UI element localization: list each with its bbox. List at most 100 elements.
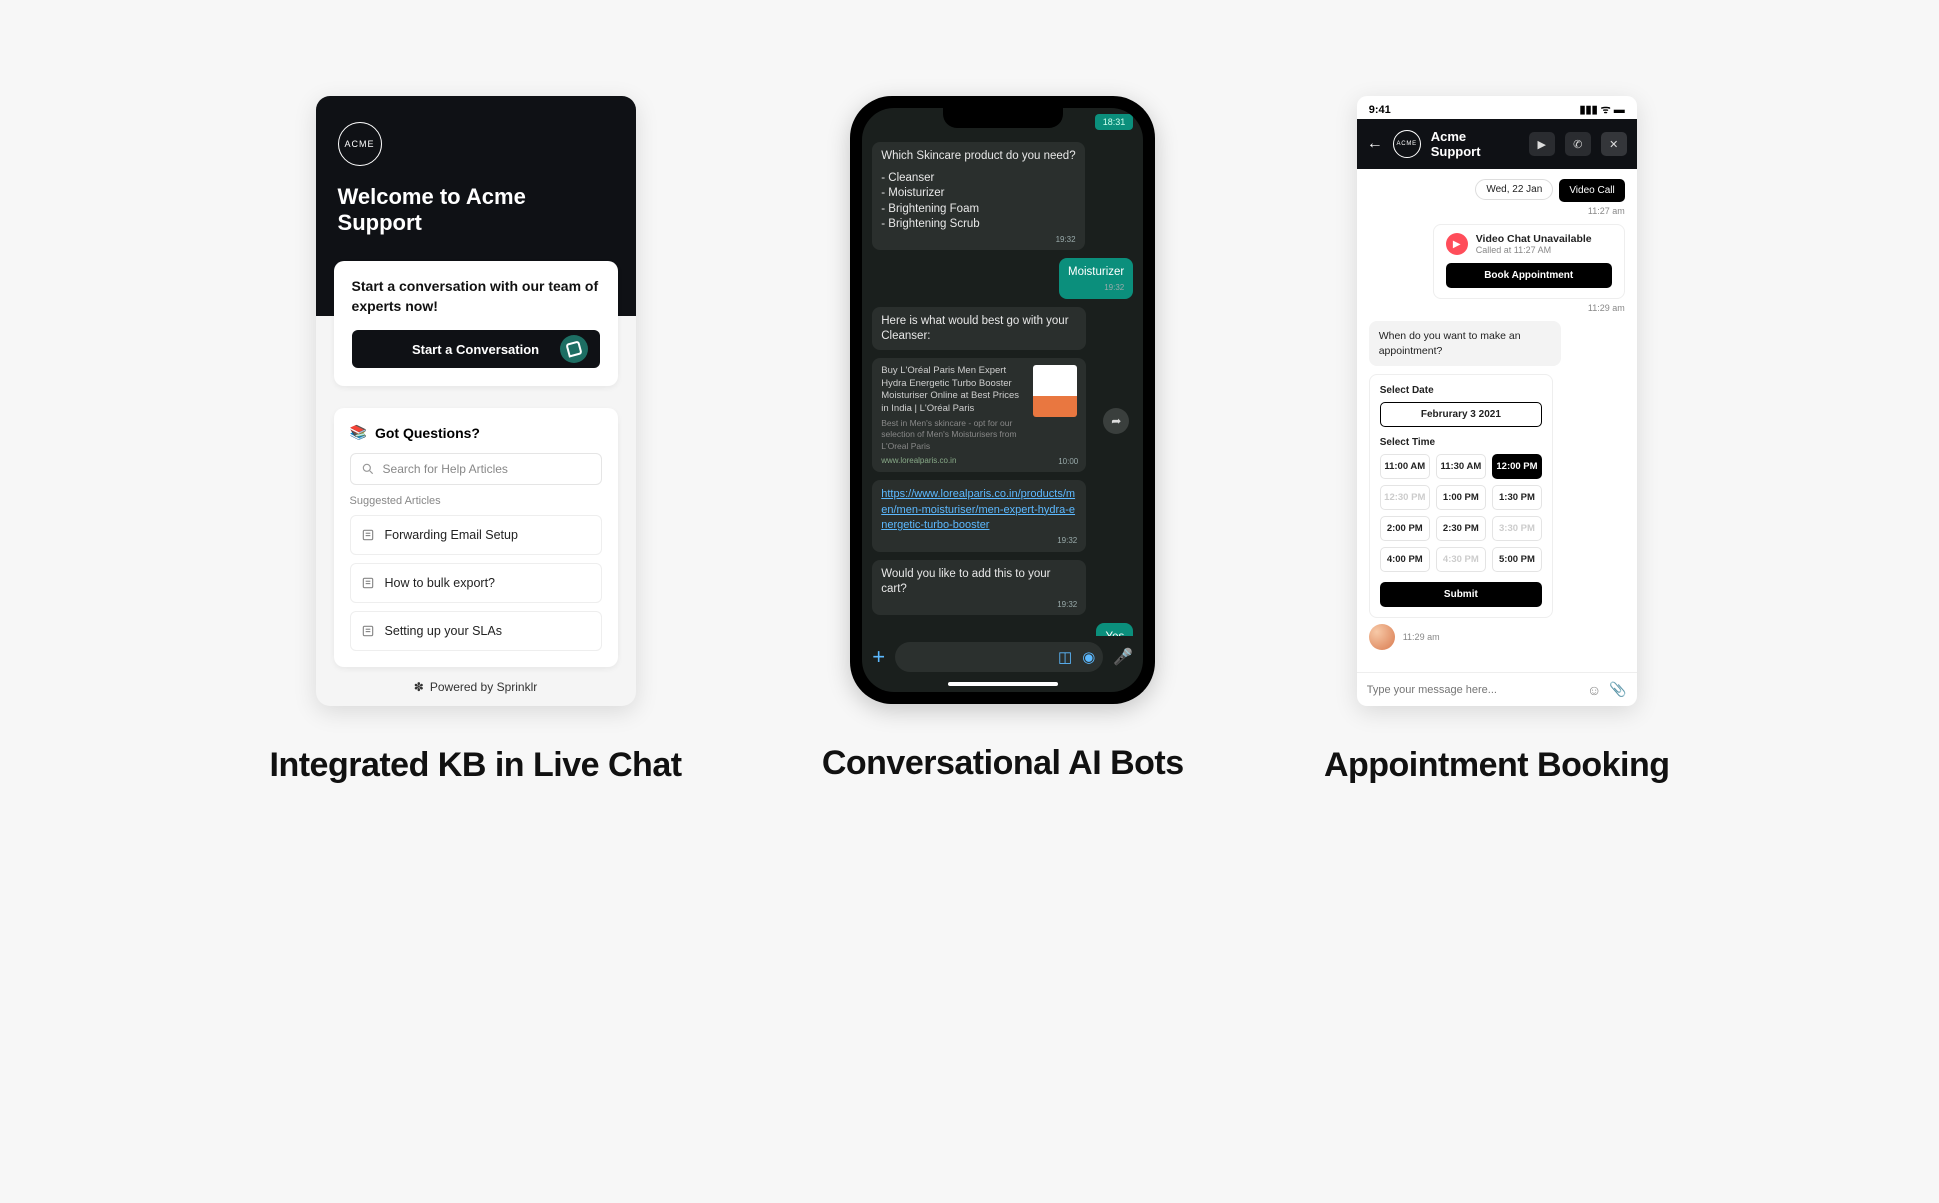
message-composer: + ◫ ◉ 🎤 bbox=[862, 636, 1143, 682]
welcome-heading: Welcome to Acme Support bbox=[338, 184, 614, 236]
message-timestamp: 19:32 bbox=[1068, 283, 1124, 294]
bot-message: Which Skincare product do you need? - Cl… bbox=[872, 142, 1084, 250]
product-title: Buy L'Oréal Paris Men Expert Hydra Energ… bbox=[881, 365, 1027, 416]
time-slot[interactable]: 5:00 PM bbox=[1492, 547, 1542, 572]
attachment-icon[interactable]: 📎 bbox=[1609, 681, 1626, 698]
suggested-articles-label: Suggested Articles bbox=[350, 495, 602, 507]
video-call-chip[interactable]: Video Call bbox=[1559, 179, 1624, 202]
agent-avatar bbox=[1369, 624, 1395, 650]
back-icon[interactable]: ← bbox=[1367, 135, 1383, 153]
appointment-picker: Select Date Februrary 3 2021 Select Time… bbox=[1369, 374, 1553, 618]
video-camera-icon: ▶ bbox=[1446, 233, 1468, 255]
time-slot[interactable]: 1:00 PM bbox=[1436, 485, 1486, 510]
camera-icon[interactable]: ◉ bbox=[1082, 648, 1095, 666]
product-subtitle: Best in Men's skincare - opt for our sel… bbox=[881, 418, 1027, 452]
suggested-article[interactable]: Setting up your SLAs bbox=[350, 611, 602, 651]
attach-icon[interactable]: + bbox=[872, 644, 885, 670]
caption-appointment: Appointment Booking bbox=[1324, 746, 1670, 785]
video-unavailable-title: Video Chat Unavailable bbox=[1476, 233, 1592, 245]
select-time-label: Select Time bbox=[1380, 437, 1542, 448]
time-slot[interactable]: 11:00 AM bbox=[1380, 454, 1430, 479]
time-slot[interactable]: 12:00 PM bbox=[1492, 454, 1542, 479]
time-slot[interactable]: 1:30 PM bbox=[1492, 485, 1542, 510]
acme-logo: ACME bbox=[1393, 130, 1421, 158]
signal-icon: ▮▮▮ bbox=[1580, 103, 1598, 116]
bot-message: Would you like to add this to your cart?… bbox=[872, 560, 1086, 616]
bot-option: - Cleanser bbox=[881, 171, 1075, 187]
article-title: Setting up your SLAs bbox=[385, 624, 502, 638]
status-bar: 9:41 ▮▮▮ ᯤ ▬ bbox=[1357, 96, 1637, 119]
time-slot[interactable]: 4:00 PM bbox=[1380, 547, 1430, 572]
article-title: Forwarding Email Setup bbox=[385, 528, 518, 542]
sprinklr-icon: ✽ bbox=[414, 680, 424, 694]
kb-title: 📚 Got Questions? bbox=[350, 424, 602, 441]
livechat-widget: ACME Welcome to Acme Support Start a con… bbox=[316, 96, 636, 706]
bot-cart-question: Would you like to add this to your cart? bbox=[881, 568, 1050, 596]
article-icon bbox=[361, 528, 375, 542]
start-conversation-button[interactable]: Start a Conversation bbox=[352, 330, 600, 368]
time-slot: 12:30 PM bbox=[1380, 485, 1430, 510]
book-appointment-button[interactable]: Book Appointment bbox=[1446, 263, 1612, 288]
help-search-input[interactable]: Search for Help Articles bbox=[350, 453, 602, 485]
bot-option: - Brightening Foam bbox=[881, 202, 1075, 218]
close-icon[interactable]: ✕ bbox=[1601, 132, 1627, 156]
cta-button-label: Start a Conversation bbox=[412, 342, 539, 357]
article-icon bbox=[361, 576, 375, 590]
message-composer: ☺ 📎 bbox=[1357, 672, 1637, 706]
time-slot[interactable]: 2:00 PM bbox=[1380, 516, 1430, 541]
caption-bot: Conversational AI Bots bbox=[822, 744, 1184, 783]
home-indicator bbox=[948, 682, 1058, 686]
user-reply-text: Yes bbox=[1105, 631, 1124, 636]
cursor-indicator-icon bbox=[560, 335, 588, 363]
message-input[interactable] bbox=[1367, 684, 1579, 696]
bot-link-message: https://www.lorealparis.co.in/products/m… bbox=[872, 480, 1086, 551]
timestamp: 11:27 am bbox=[1369, 206, 1625, 216]
product-card[interactable]: Buy L'Oréal Paris Men Expert Hydra Energ… bbox=[872, 358, 1086, 472]
sticker-icon[interactable]: ◫ bbox=[1058, 648, 1072, 666]
message-input[interactable]: ◫ ◉ bbox=[895, 642, 1103, 672]
cta-text: Start a conversation with our team of ex… bbox=[352, 277, 600, 316]
chat-body: Wed, 22 Jan Video Call 11:27 am ▶ Video … bbox=[1357, 169, 1637, 672]
status-time: 9:41 bbox=[1369, 104, 1391, 116]
video-icon[interactable]: ▶ bbox=[1529, 132, 1555, 156]
date-chip: Wed, 22 Jan bbox=[1475, 179, 1553, 200]
product-link[interactable]: https://www.lorealparis.co.in/products/m… bbox=[881, 488, 1075, 531]
powered-by: ✽ Powered by Sprinklr bbox=[316, 680, 636, 694]
books-icon: 📚 bbox=[350, 424, 367, 441]
suggested-article[interactable]: How to bulk export? bbox=[350, 563, 602, 603]
product-domain: www.lorealparis.co.in bbox=[881, 456, 1027, 467]
wifi-icon: ᯤ bbox=[1601, 102, 1611, 117]
user-message: Yes bbox=[1096, 623, 1133, 636]
timestamp: 11:29 am bbox=[1369, 303, 1625, 313]
bot-message: Here is what would best go with your Cle… bbox=[872, 307, 1086, 350]
time-slot[interactable]: 2:30 PM bbox=[1436, 516, 1486, 541]
search-placeholder: Search for Help Articles bbox=[383, 462, 508, 476]
timestamp: 11:29 am bbox=[1403, 632, 1440, 642]
status-time: 18:31 bbox=[1095, 114, 1134, 130]
start-conversation-card: Start a conversation with our team of ex… bbox=[334, 261, 618, 386]
bot-prompt: When do you want to make an appointment? bbox=[1369, 321, 1561, 366]
phone-frame: 18:31 ➦ Which Skincare product do you ne… bbox=[850, 96, 1155, 704]
appointment-screen: 9:41 ▮▮▮ ᯤ ▬ ← ACME Acme Support ▶ ✆ ✕ W… bbox=[1357, 96, 1637, 706]
time-slot: 3:30 PM bbox=[1492, 516, 1542, 541]
bot-option: - Brightening Scrub bbox=[881, 217, 1075, 233]
submit-button[interactable]: Submit bbox=[1380, 582, 1542, 607]
kb-title-text: Got Questions? bbox=[375, 425, 480, 441]
date-field[interactable]: Februrary 3 2021 bbox=[1380, 402, 1542, 427]
user-reply-text: Moisturizer bbox=[1068, 266, 1124, 278]
acme-logo: ACME bbox=[338, 122, 382, 166]
bot-option: - Moisturizer bbox=[881, 186, 1075, 202]
phone-icon[interactable]: ✆ bbox=[1565, 132, 1591, 156]
search-icon bbox=[361, 462, 375, 476]
microphone-icon[interactable]: 🎤 bbox=[1113, 647, 1133, 667]
emoji-icon[interactable]: ☺ bbox=[1587, 682, 1601, 698]
time-slot[interactable]: 11:30 AM bbox=[1436, 454, 1486, 479]
bot-recommendation-intro: Here is what would best go with your Cle… bbox=[881, 315, 1068, 343]
suggested-article[interactable]: Forwarding Email Setup bbox=[350, 515, 602, 555]
message-timestamp: 19:32 bbox=[881, 536, 1077, 547]
column-bot: 18:31 ➦ Which Skincare product do you ne… bbox=[822, 96, 1184, 785]
chat-title: Acme Support bbox=[1431, 129, 1519, 159]
message-timestamp: 19:32 bbox=[881, 600, 1077, 611]
message-timestamp: 10:00 bbox=[1058, 457, 1078, 468]
article-title: How to bulk export? bbox=[385, 576, 495, 590]
